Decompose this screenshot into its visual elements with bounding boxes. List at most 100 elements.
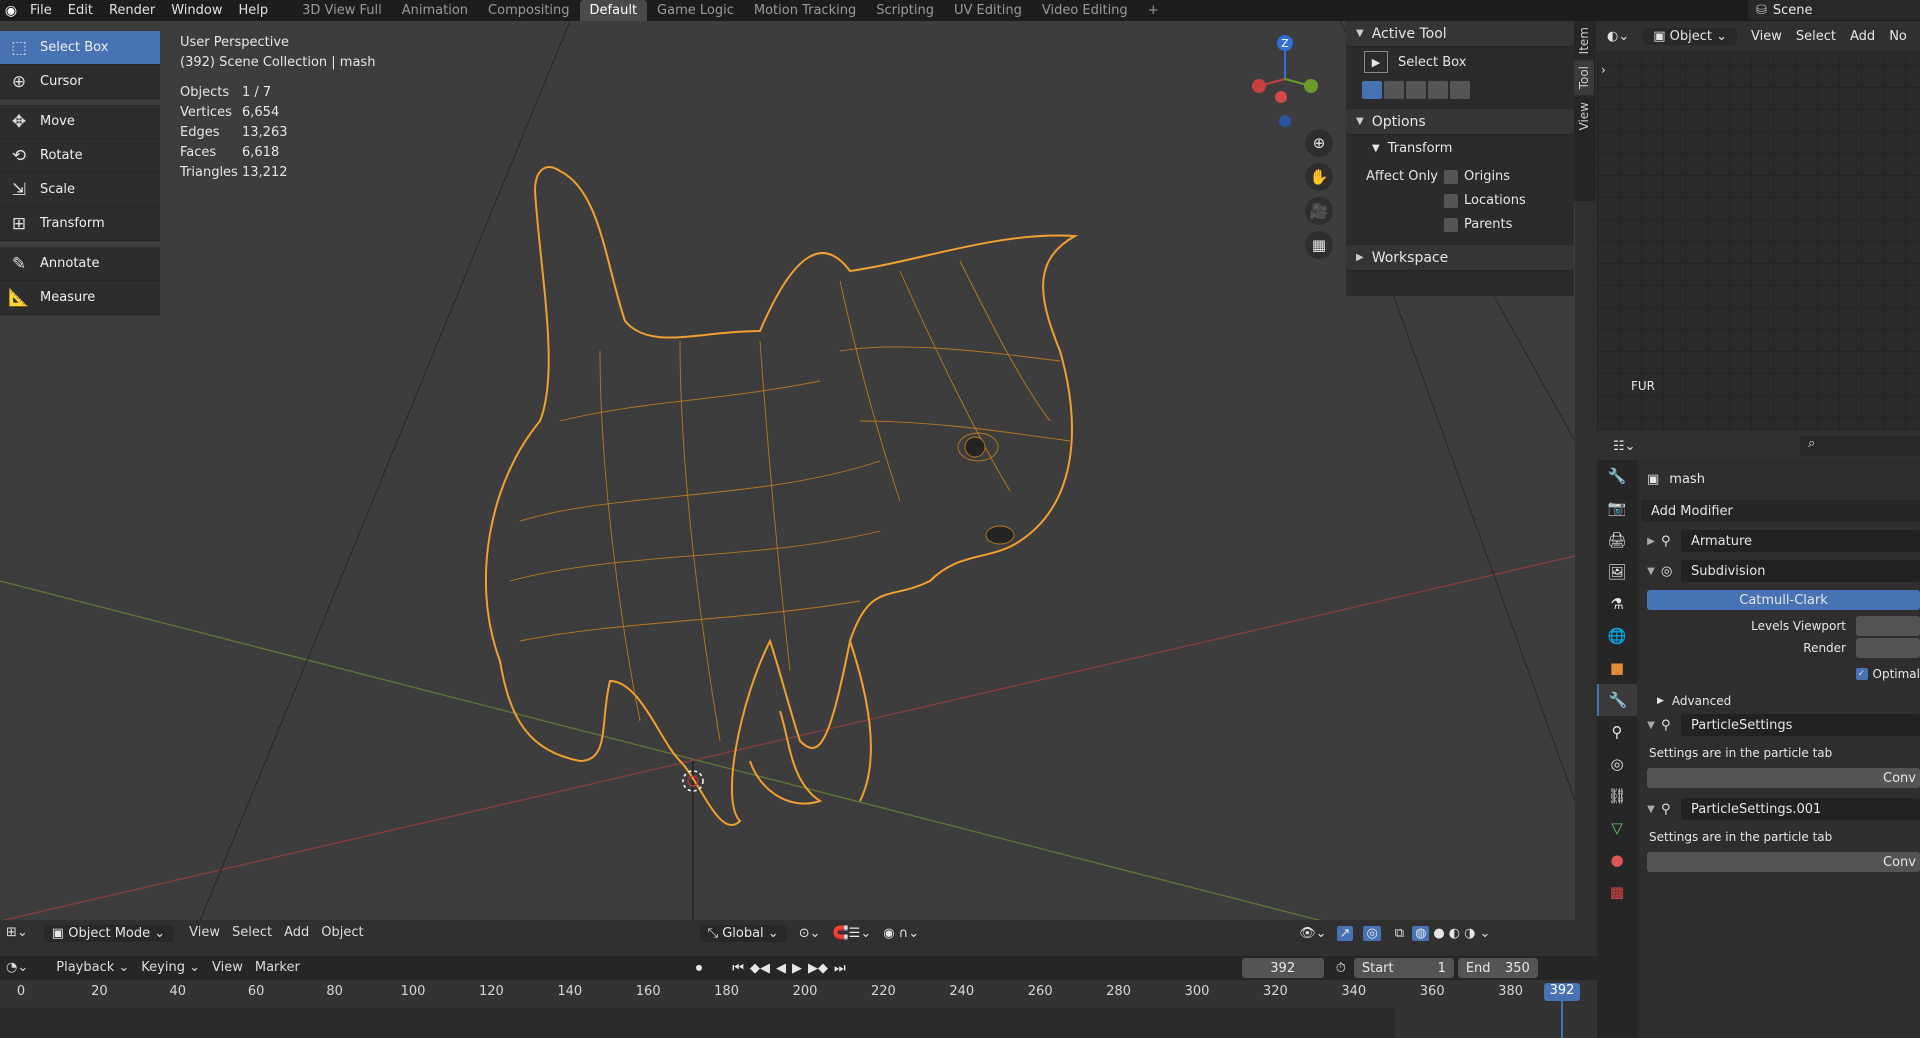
camera-icon[interactable]: 🎥 [1305, 197, 1333, 225]
mode-select[interactable]: ▣ Object ⌄ [1643, 27, 1738, 45]
modifier-props-icon[interactable]: 🔧 [1597, 684, 1637, 716]
prev-keyframe-icon[interactable]: ◆◀ [750, 961, 770, 976]
object-props-icon[interactable]: ■ [1597, 652, 1637, 684]
blender-logo-icon[interactable]: ◉ [0, 3, 22, 19]
tab-motion-tracking[interactable]: Motion Tracking [744, 0, 866, 21]
record-icon[interactable]: ⏺ [696, 961, 703, 976]
overlay-toggle-icon[interactable]: ◎ [1363, 925, 1381, 941]
object-mode-select[interactable]: ▣ Object Mode ⌄ [43, 924, 174, 942]
chevron-right-icon[interactable]: › [1601, 63, 1606, 77]
tool-measure[interactable]: 📐 Measure [0, 281, 160, 315]
clock-icon[interactable]: ⏱ [1336, 961, 1346, 976]
mode-subtract-icon[interactable] [1406, 81, 1426, 99]
menu-render[interactable]: Render [101, 0, 163, 21]
convert-button[interactable]: Conv [1647, 852, 1920, 872]
play-icon[interactable]: ▶ [792, 961, 802, 976]
tool-select-box[interactable]: ⬚ Select Box [0, 31, 160, 65]
data-props-icon[interactable]: ▽ [1597, 812, 1637, 844]
tab-animation[interactable]: Animation [392, 0, 478, 21]
active-tool-header[interactable]: ▼ Active Tool [1346, 21, 1574, 47]
menu-add[interactable]: Add [278, 921, 315, 945]
tool-rotate[interactable]: ⟲ Rotate [0, 139, 160, 173]
checkbox-locations[interactable]: Locations [1444, 189, 1526, 213]
render-levels-field[interactable] [1856, 638, 1920, 658]
modifier-particles[interactable]: ▼ ⚲ ParticleSettings [1641, 714, 1920, 736]
render-props-icon[interactable]: 📷 [1597, 492, 1637, 524]
mode-extend-icon[interactable] [1384, 81, 1404, 99]
convert-button[interactable]: Conv [1647, 768, 1920, 788]
menu-view[interactable]: View [206, 956, 249, 980]
menu-edit[interactable]: Edit [60, 0, 101, 21]
view-layer-icon[interactable]: 🖼 [1597, 556, 1637, 588]
modifier-armature[interactable]: ▶ ⚲ Armature [1641, 530, 1920, 552]
menu-file[interactable]: File [22, 0, 60, 21]
tab-tool[interactable]: Tool [1574, 60, 1594, 96]
editor-type-icon[interactable]: ◐⌄ [1607, 29, 1629, 44]
add-workspace-button[interactable]: + [1138, 0, 1169, 21]
next-keyframe-icon[interactable]: ▶◆ [808, 961, 828, 976]
physics-props-icon[interactable]: ◎ [1597, 748, 1637, 780]
gizmo-toggle-icon[interactable]: ↗ [1336, 925, 1354, 941]
mode-new-icon[interactable] [1362, 81, 1382, 99]
menu-view[interactable]: View [183, 921, 226, 945]
particle-props-icon[interactable]: ⚲ [1597, 716, 1637, 748]
xray-icon[interactable]: ⧉ [1395, 926, 1404, 941]
shading-wireframe-icon[interactable]: ◍ [1412, 925, 1430, 941]
texture-props-icon[interactable]: ▩ [1597, 876, 1637, 908]
checkbox-origins[interactable]: Origins [1444, 165, 1526, 189]
mode-intersect-icon[interactable] [1450, 81, 1470, 99]
pan-hand-icon[interactable]: ✋ [1305, 163, 1333, 191]
material-props-icon[interactable]: ● [1597, 844, 1637, 876]
tab-uv-editing[interactable]: UV Editing [944, 0, 1032, 21]
modifier-particles-001[interactable]: ▼ ⚲ ParticleSettings.001 [1641, 798, 1920, 820]
menu-object[interactable]: Object [315, 921, 369, 945]
menu-help[interactable]: Help [231, 0, 277, 21]
catmull-clark-button[interactable]: Catmull-Clark [1647, 590, 1920, 610]
levels-viewport-field[interactable] [1856, 616, 1920, 636]
playhead-badge[interactable]: 392 [1544, 983, 1580, 1001]
add-modifier-button[interactable]: Add Modifier [1641, 500, 1920, 522]
current-frame-field[interactable]: 392 [1241, 958, 1324, 978]
jump-start-icon[interactable]: ⏮ [732, 961, 744, 976]
scene-props-icon[interactable]: ⚗ [1597, 588, 1637, 620]
tab-3d-view-full[interactable]: 3D View Full [292, 0, 392, 21]
menu-playback[interactable]: Playback ⌄ [50, 956, 135, 980]
shading-options-icon[interactable]: ⌄ [1479, 926, 1490, 941]
menu-keying[interactable]: Keying ⌄ [135, 956, 206, 980]
menu-view[interactable]: View [1751, 29, 1782, 44]
visibility-icon[interactable]: 👁⌄ [1299, 926, 1326, 941]
grid-view-icon[interactable]: ▦ [1305, 231, 1333, 259]
timeline-ruler[interactable]: 0 20 40 60 80 100 120 140 160 180 200 220 240 260 280 3… [0, 980, 1597, 1038]
transform-subheader[interactable]: ▼ Transform [1346, 135, 1574, 161]
zoom-icon[interactable]: ⊕ [1305, 129, 1333, 157]
snap-icon[interactable]: 🧲☰⌄ [833, 926, 872, 941]
advanced-section[interactable]: ▶ Advanced [1641, 690, 1920, 712]
tool-annotate[interactable]: ✎ Annotate [0, 247, 160, 281]
tab-view[interactable]: View [1574, 96, 1594, 136]
jump-end-icon[interactable]: ⏭ [834, 961, 846, 976]
shading-material-icon[interactable]: ◐ [1449, 926, 1460, 941]
orientation-select[interactable]: ⤡ Global ⌄ [699, 924, 787, 942]
tool-props-icon[interactable]: 🔧 [1597, 460, 1637, 492]
tab-video-editing[interactable]: Video Editing [1032, 0, 1138, 21]
menu-add[interactable]: Add [1850, 29, 1875, 44]
menu-node[interactable]: No [1889, 29, 1907, 44]
tool-scale[interactable]: ⇲ Scale [0, 173, 160, 207]
constraint-props-icon[interactable]: ⛓ [1597, 780, 1637, 812]
scene-selector[interactable]: ⛁ Scene [1748, 0, 1920, 20]
menu-window[interactable]: Window [163, 0, 230, 21]
shading-solid-icon[interactable]: ● [1433, 926, 1444, 941]
world-props-icon[interactable]: 🌐 [1597, 620, 1637, 652]
end-frame-field[interactable]: End 350 [1457, 958, 1538, 978]
shading-rendered-icon[interactable]: ◑ [1464, 926, 1475, 941]
tab-scripting[interactable]: Scripting [866, 0, 944, 21]
search-icon[interactable]: ⌕ [1800, 436, 1920, 456]
menu-select[interactable]: Select [226, 921, 278, 945]
menu-select[interactable]: Select [1796, 29, 1836, 44]
3d-viewport[interactable]: User Perspective (392) Scene Collection … [0, 21, 1575, 945]
start-frame-field[interactable]: Start 1 [1353, 958, 1454, 978]
tab-compositing[interactable]: Compositing [478, 0, 580, 21]
menu-marker[interactable]: Marker [249, 956, 306, 980]
timeline-editor-icon[interactable]: ◔⌄ [0, 956, 34, 980]
tool-cursor[interactable]: ⊕ Cursor [0, 65, 160, 99]
